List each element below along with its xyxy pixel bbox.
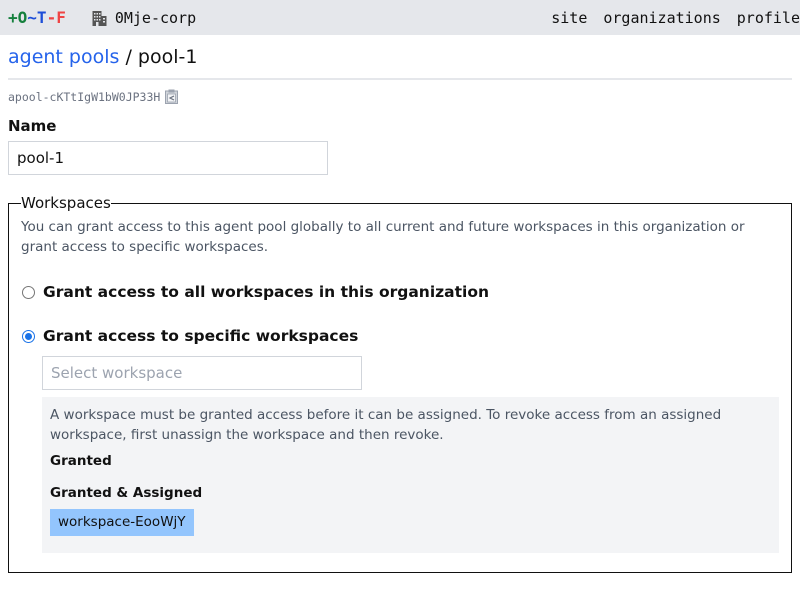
workspaces-help-text: You can grant access to this agent pool … <box>21 219 745 255</box>
breadcrumb-separator: / <box>119 46 138 68</box>
assigned-workspace-tag[interactable]: workspace-EooWjY <box>50 509 194 536</box>
main-content: agent pools / pool-1 apool-cKTtIgW1bW0JP… <box>0 35 800 573</box>
logo-f: F <box>56 8 66 27</box>
logo-tilde: ~ <box>27 8 37 27</box>
logo-t: T <box>36 8 47 27</box>
resource-id: apool-cKTtIgW1bW0JP33H <box>8 89 161 104</box>
nav-profile-link[interactable]: profile <box>737 9 800 27</box>
breadcrumb-current: pool-1 <box>137 46 198 68</box>
grant-specific-label: Grant access to specific workspaces <box>43 327 359 345</box>
organization-name: 0Mje-corp <box>114 8 197 27</box>
nav-site-link[interactable]: site <box>551 9 587 27</box>
granted-assigned-heading: Granted & Assigned <box>50 485 203 501</box>
top-nav-links: site organizations profile <box>535 9 800 27</box>
top-navigation-bar: +O~T-F 0Mje-corp site organizations prof… <box>0 0 800 35</box>
granted-heading: Granted <box>50 453 112 469</box>
name-label: Name <box>8 117 57 135</box>
resource-id-row: apool-cKTtIgW1bW0JP33H <box>8 89 792 104</box>
grant-specific-option[interactable]: Grant access to specific workspaces <box>21 327 779 345</box>
current-organization-link[interactable]: 0Mje-corp <box>92 9 196 27</box>
workspaces-fieldset: Workspaces You can grant access to this … <box>8 194 792 573</box>
home-logo[interactable]: +O~T-F <box>8 8 66 27</box>
clipboard-icon[interactable] <box>165 89 179 104</box>
select-workspace-input[interactable] <box>42 356 362 390</box>
breadcrumb-agent-pools-link[interactable]: agent pools <box>8 46 119 68</box>
workspace-access-panel: A workspace must be granted access befor… <box>42 397 779 553</box>
logo-dash: - <box>46 8 57 27</box>
grant-specific-radio[interactable] <box>22 329 35 343</box>
logo-plus: + <box>8 8 18 27</box>
logo-o: O <box>17 8 28 27</box>
building-icon <box>92 10 107 26</box>
grant-all-option[interactable]: Grant access to all workspaces in this o… <box>21 283 779 301</box>
breadcrumb: agent pools / pool-1 <box>8 35 792 80</box>
nav-organizations-link[interactable]: organizations <box>603 9 720 27</box>
workspace-access-help: A workspace must be granted access befor… <box>50 407 722 443</box>
workspaces-legend: Workspaces <box>21 194 111 212</box>
name-input[interactable] <box>8 141 328 175</box>
grant-all-label: Grant access to all workspaces in this o… <box>43 283 490 301</box>
grant-all-radio[interactable] <box>22 285 35 299</box>
